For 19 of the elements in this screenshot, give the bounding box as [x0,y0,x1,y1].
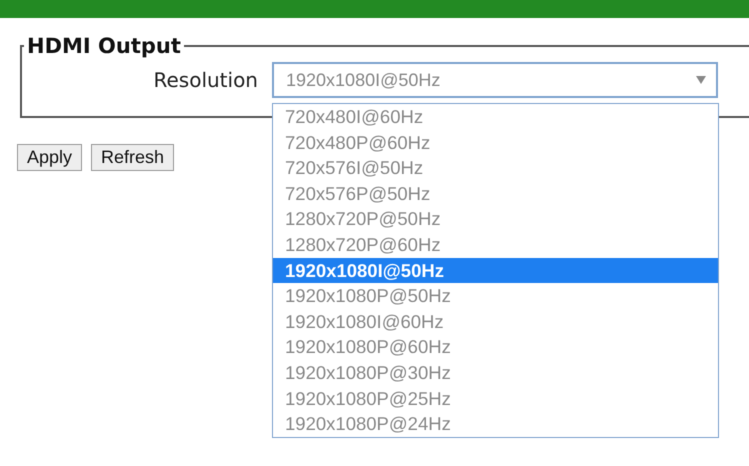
caret-icon [696,76,706,84]
dropdown-option[interactable]: 1920x1080P@30Hz [273,360,718,386]
apply-button[interactable]: Apply [17,144,82,171]
section-title: HDMI Output [26,34,182,58]
dropdown-option[interactable]: 720x576I@50Hz [273,155,718,181]
dropdown-option[interactable]: 1920x1080P@24Hz [273,411,718,437]
dropdown-option[interactable]: 720x480I@60Hz [273,104,718,130]
dropdown-option[interactable]: 1920x1080I@50Hz [273,258,718,284]
dropdown-option[interactable]: 1280x720P@50Hz [273,206,718,232]
dropdown-option[interactable]: 720x480P@60Hz [273,130,718,156]
field-label: Resolution [152,68,259,92]
dropdown-option[interactable]: 1920x1080P@50Hz [273,283,718,309]
refresh-button[interactable]: Refresh [91,144,174,171]
dropdown-option[interactable]: 1920x1080I@60Hz [273,308,718,334]
dropdown-option[interactable]: 1920x1080P@60Hz [273,334,718,360]
dropdown-option[interactable]: 1920x1080P@25Hz [273,386,718,412]
resolution-select[interactable]: 1920x1080I@50Hz [272,62,718,98]
dropdown-option[interactable]: 720x576P@50Hz [273,180,718,206]
dropdown-option[interactable]: 1280x720P@60Hz [273,232,718,258]
